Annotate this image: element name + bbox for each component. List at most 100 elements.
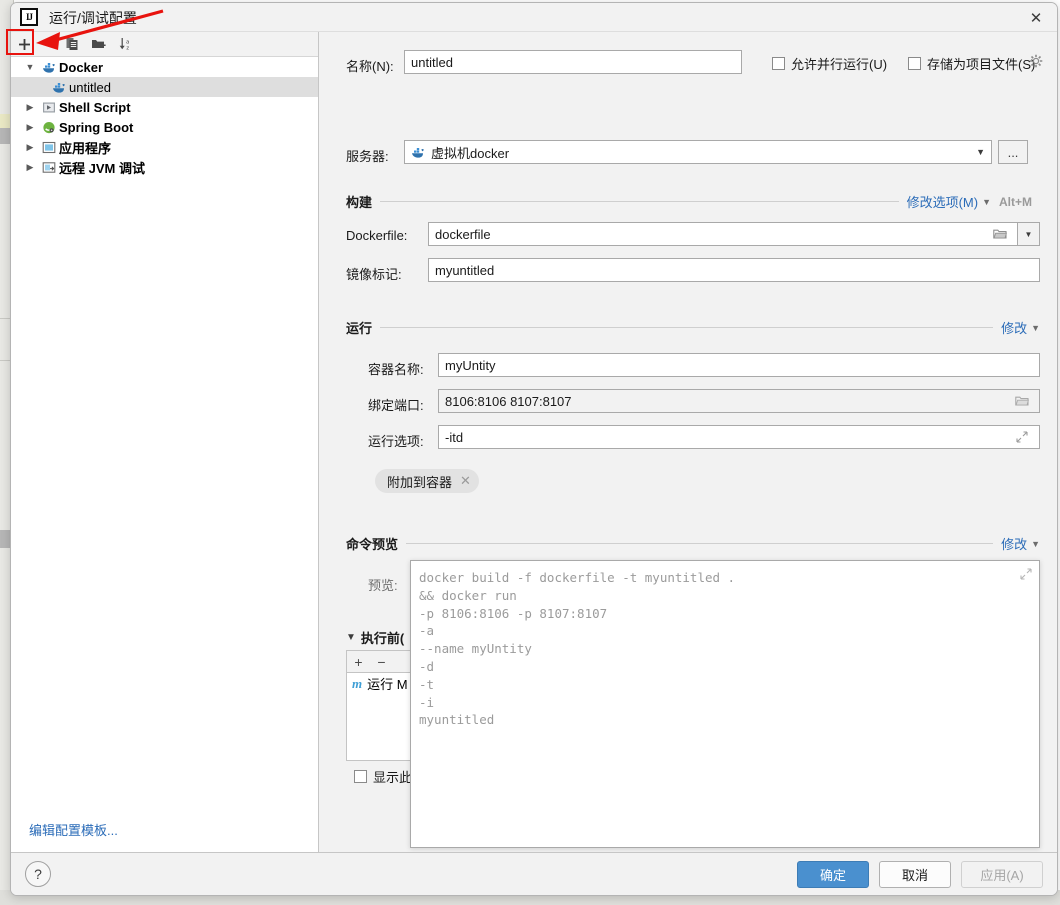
server-label: 服务器: <box>346 149 389 164</box>
run-options-input[interactable]: -itd <box>438 425 1040 449</box>
attach-to-container-chip[interactable]: 附加到容器 ✕ <box>375 469 479 493</box>
tree-node-label: Docker <box>59 59 104 75</box>
command-preview-section-title: 命令预览 <box>346 537 399 552</box>
store-as-project-file-label: 存储为项目文件(S) <box>927 57 1036 72</box>
chevron-down-icon[interactable]: ▼ <box>982 197 991 207</box>
command-preview-textarea[interactable]: docker build -f dockerfile -t myuntitled… <box>410 560 1040 848</box>
server-combobox-value: 虚拟机docker <box>431 145 510 161</box>
tree-node-label: Shell Script <box>59 99 131 115</box>
application-icon <box>39 141 59 154</box>
copy-configuration-button[interactable] <box>58 32 85 57</box>
tree-node-docker[interactable]: ▼ Docker <box>11 57 318 77</box>
tree-node-label: 远程 JVM 调试 <box>59 160 145 176</box>
image-tag-label: 镜像标记: <box>346 267 402 282</box>
section-divider <box>380 201 899 202</box>
folder-icon[interactable] <box>989 228 1011 240</box>
run-debug-configurations-dialog: IJ 运行/调试配置 ✕ a z ▼ Docker untitled ▶ She… <box>10 2 1058 896</box>
cancel-button[interactable]: 取消 <box>879 861 951 888</box>
configuration-editor-panel: 名称(N): untitled 允许并行运行(U) 存储为项目文件(S) 服务器… <box>320 32 1057 854</box>
chevron-right-icon[interactable]: ▶ <box>21 122 39 133</box>
expand-icon[interactable] <box>1011 431 1033 443</box>
name-input-value: untitled <box>411 54 453 70</box>
sidebar-toolbar: a z <box>11 32 318 57</box>
spring-icon <box>39 121 59 134</box>
checkbox-box <box>908 57 921 70</box>
server-more-button[interactable]: ... <box>998 140 1028 164</box>
command-preview-text: docker build -f dockerfile -t myuntitled… <box>419 570 736 728</box>
tree-node-untitled[interactable]: untitled <box>11 77 318 97</box>
server-combobox[interactable]: 虚拟机docker ▼ <box>404 140 992 164</box>
bind-ports-input[interactable]: 8106:8106 8107:8107 <box>438 389 1040 413</box>
container-name-input-value: myUntity <box>445 357 496 373</box>
gear-icon[interactable] <box>1029 54 1043 71</box>
chevron-down-icon[interactable]: ▼ <box>21 62 39 72</box>
chevron-right-icon[interactable]: ▶ <box>21 162 39 173</box>
section-divider <box>380 327 994 328</box>
intellij-logo-icon: IJ <box>20 8 38 26</box>
attach-to-container-chip-wrap: 附加到容器 ✕ <box>375 469 479 493</box>
run-modify-link[interactable]: 修改 <box>1001 318 1027 337</box>
copy-icon <box>66 38 77 50</box>
image-tag-input-value: myuntitled <box>435 262 495 278</box>
allow-parallel-run-label: 允许并行运行(U) <box>791 57 888 72</box>
build-section-title: 构建 <box>346 195 373 210</box>
close-icon[interactable]: ✕ <box>460 473 471 489</box>
sort-configurations-button[interactable]: a z <box>112 32 139 57</box>
ok-button[interactable]: 确定 <box>797 861 869 888</box>
before-launch-add-button[interactable]: + <box>347 651 370 673</box>
preview-label: 预览: <box>368 578 398 593</box>
help-button[interactable]: ? <box>25 861 51 887</box>
dockerfile-input-value: dockerfile <box>435 226 491 242</box>
remote-debug-icon <box>39 161 59 174</box>
tree-node-shell-script[interactable]: ▶ Shell Script <box>11 97 318 117</box>
add-configuration-button[interactable] <box>11 32 38 57</box>
tree-node-application[interactable]: ▶ 应用程序 <box>11 137 318 157</box>
container-name-label: 容器名称: <box>368 362 424 377</box>
sort-alpha-icon: a z <box>119 38 129 51</box>
new-folder-icon <box>92 40 106 48</box>
show-this-page-checkbox[interactable]: 显示此 <box>354 767 412 786</box>
svg-text:a: a <box>126 40 129 46</box>
tree-node-remote-jvm-debug[interactable]: ▶ 远程 JVM 调试 <box>11 157 318 177</box>
command-preview-modify-link[interactable]: 修改 <box>1001 534 1027 553</box>
plus-icon <box>19 38 30 50</box>
before-launch-item-label: 运行 M <box>367 677 408 692</box>
new-folder-button[interactable] <box>85 32 112 57</box>
before-launch-section-header[interactable]: ▼ 执行前( <box>346 628 404 647</box>
chevron-down-icon[interactable]: ▼ <box>1031 323 1040 333</box>
svg-text:z: z <box>126 46 129 51</box>
build-section-header: 构建 修改选项(M) ▼ Alt+M <box>346 192 1032 211</box>
checkbox-box <box>772 57 785 70</box>
store-as-project-file-checkbox[interactable]: 存储为项目文件(S) <box>908 54 1035 73</box>
container-name-input[interactable]: myUntity <box>438 353 1040 377</box>
dockerfile-dropdown-button[interactable]: ▼ <box>1018 222 1040 246</box>
dialog-titlebar: IJ 运行/调试配置 ✕ <box>11 3 1057 32</box>
docker-icon <box>39 61 59 74</box>
command-preview-section-header: 命令预览 修改 ▼ <box>346 534 1040 553</box>
allow-parallel-run-checkbox[interactable]: 允许并行运行(U) <box>772 54 887 73</box>
docker-icon <box>49 81 69 94</box>
chevron-right-icon[interactable]: ▶ <box>21 142 39 153</box>
chevron-right-icon[interactable]: ▶ <box>21 102 39 113</box>
chevron-down-icon[interactable]: ▼ <box>1031 539 1040 549</box>
modify-options-link[interactable]: 修改选项(M) <box>907 192 979 211</box>
bind-ports-label: 绑定端口: <box>368 398 424 413</box>
name-input[interactable]: untitled <box>404 50 742 74</box>
expand-icon[interactable] <box>1020 568 1032 583</box>
close-icon[interactable]: ✕ <box>1021 6 1051 30</box>
folder-icon[interactable] <box>1011 395 1033 407</box>
dialog-footer: ? 确定 取消 应用(A) <box>11 852 1057 895</box>
edit-configuration-templates-link[interactable]: 编辑配置模板... <box>29 820 118 839</box>
tree-node-spring-boot[interactable]: ▶ Spring Boot <box>11 117 318 137</box>
apply-button: 应用(A) <box>961 861 1043 888</box>
maven-icon: m <box>352 675 363 691</box>
dockerfile-input[interactable]: dockerfile <box>428 222 1018 246</box>
chevron-down-icon[interactable]: ▼ <box>976 147 985 157</box>
run-section-header: 运行 修改 ▼ <box>346 318 1040 337</box>
chevron-down-icon[interactable]: ▼ <box>346 632 356 643</box>
run-options-input-value: -itd <box>445 429 464 445</box>
image-tag-input[interactable]: myuntitled <box>428 258 1040 282</box>
before-launch-remove-button[interactable]: − <box>370 651 393 673</box>
dialog-title: 运行/调试配置 <box>49 10 137 26</box>
configurations-sidebar: a z ▼ Docker untitled ▶ Shell Script ▶ S… <box>11 32 319 854</box>
